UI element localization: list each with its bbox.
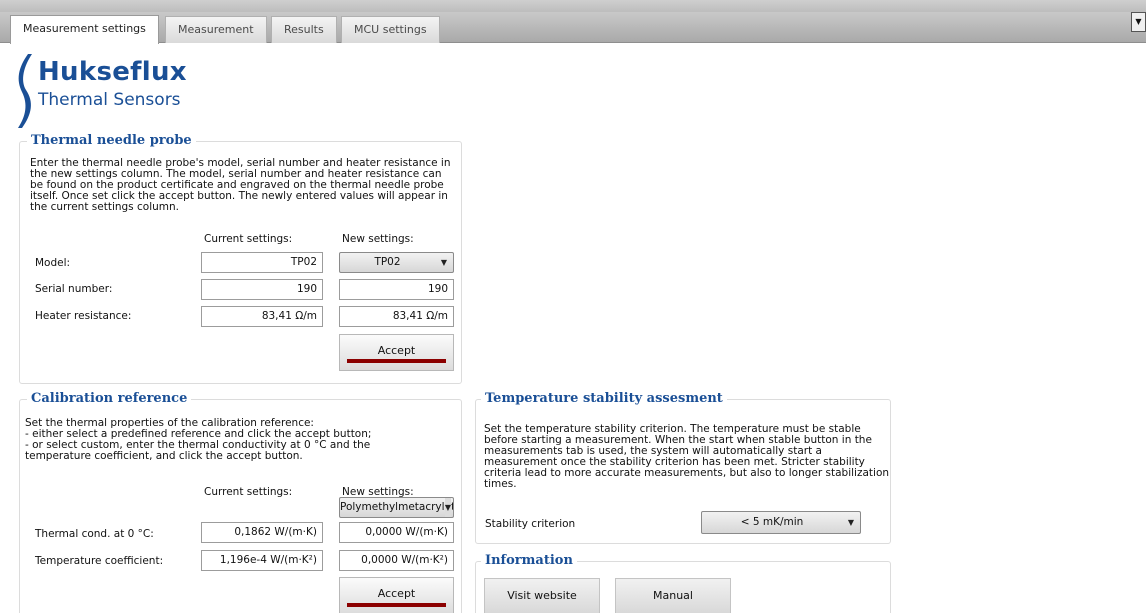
calibration-reference-panel: Calibration reference Set the thermal pr… bbox=[19, 391, 462, 613]
tab-menu-button[interactable]: ▼ bbox=[1131, 12, 1146, 32]
temperature-stability-title: Temperature stability assesment bbox=[481, 391, 727, 406]
heater-resistance-label: Heater resistance: bbox=[35, 310, 132, 322]
hukseflux-logo-icon bbox=[18, 54, 32, 128]
thermal-conductivity-label: Thermal cond. at 0 °C: bbox=[35, 528, 154, 540]
logo-subtitle: Thermal Sensors bbox=[38, 90, 181, 110]
information-title: Information bbox=[481, 553, 577, 568]
temperature-stability-description: Set the temperature stability criterion.… bbox=[484, 423, 890, 490]
model-select-value: TP02 bbox=[374, 256, 401, 268]
temperature-stability-panel: Temperature stability assesment Set the … bbox=[475, 391, 891, 544]
stability-criterion-value: < 5 mK/min bbox=[740, 516, 804, 528]
model-select[interactable]: TP02 ▼ bbox=[339, 252, 454, 273]
serial-number-label: Serial number: bbox=[35, 283, 113, 295]
calibration-reference-title: Calibration reference bbox=[27, 391, 192, 406]
thermal-needle-probe-panel: Thermal needle probe Enter the thermal n… bbox=[19, 133, 462, 384]
tab-measurement[interactable]: Measurement bbox=[165, 16, 267, 43]
thermal-conductivity-current-value: 0,1862 W/(m·K) bbox=[201, 522, 323, 543]
current-settings-header: Current settings: bbox=[204, 233, 293, 245]
probe-accept-label: Accept bbox=[377, 344, 416, 357]
reference-select-value: Polymethylmetacrylate bbox=[340, 501, 453, 513]
chevron-down-icon: ▼ bbox=[444, 498, 451, 517]
heater-resistance-input[interactable]: 83,41 Ω/m bbox=[339, 306, 454, 327]
stability-criterion-label: Stability criterion bbox=[485, 518, 576, 530]
reference-select[interactable]: Polymethylmetacrylate ▼ bbox=[339, 497, 454, 518]
heater-resistance-current-value: 83,41 Ω/m bbox=[201, 306, 323, 327]
chevron-down-icon: ▼ bbox=[847, 518, 854, 527]
calibration-accept-button[interactable]: Accept bbox=[339, 577, 454, 613]
tab-bar: Measurement settings Measurement Results… bbox=[0, 0, 1146, 44]
tab-measurement-settings[interactable]: Measurement settings bbox=[10, 15, 159, 44]
tab-results[interactable]: Results bbox=[271, 16, 337, 43]
visit-website-button[interactable]: Visit website bbox=[484, 578, 600, 613]
new-settings-header: New settings: bbox=[342, 233, 414, 245]
logo-name: Hukseflux bbox=[38, 57, 187, 87]
calibration-reference-description: Set the thermal properties of the calibr… bbox=[25, 417, 372, 462]
temperature-coefficient-label: Temperature coefficient: bbox=[35, 555, 164, 567]
serial-number-current-value: 190 bbox=[201, 279, 323, 300]
accept-indicator-bar bbox=[347, 359, 446, 363]
information-panel: Information Visit website Manual bbox=[475, 553, 891, 613]
stability-criterion-select[interactable]: < 5 mK/min ▼ bbox=[701, 511, 861, 534]
accept-indicator-bar bbox=[347, 603, 446, 607]
tab-mcu-settings[interactable]: MCU settings bbox=[341, 16, 440, 43]
model-label: Model: bbox=[35, 257, 71, 269]
temperature-coefficient-input[interactable]: 0,0000 W/(m·K²) bbox=[339, 550, 454, 571]
model-current-value: TP02 bbox=[201, 252, 323, 273]
probe-accept-button[interactable]: Accept bbox=[339, 334, 454, 371]
calibration-current-settings-header: Current settings: bbox=[204, 486, 293, 498]
calibration-accept-label: Accept bbox=[377, 587, 416, 600]
thermal-needle-probe-description: Enter the thermal needle probe's model, … bbox=[30, 157, 451, 213]
thermal-needle-probe-title: Thermal needle probe bbox=[27, 133, 196, 148]
chevron-down-icon: ▼ bbox=[440, 258, 447, 267]
chevron-down-icon: ▼ bbox=[1135, 17, 1142, 26]
serial-number-input[interactable]: 190 bbox=[339, 279, 454, 300]
manual-button[interactable]: Manual bbox=[615, 578, 731, 613]
temperature-coefficient-current-value: 1,196e-4 W/(m·K²) bbox=[201, 550, 323, 571]
thermal-conductivity-input[interactable]: 0,0000 W/(m·K) bbox=[339, 522, 454, 543]
